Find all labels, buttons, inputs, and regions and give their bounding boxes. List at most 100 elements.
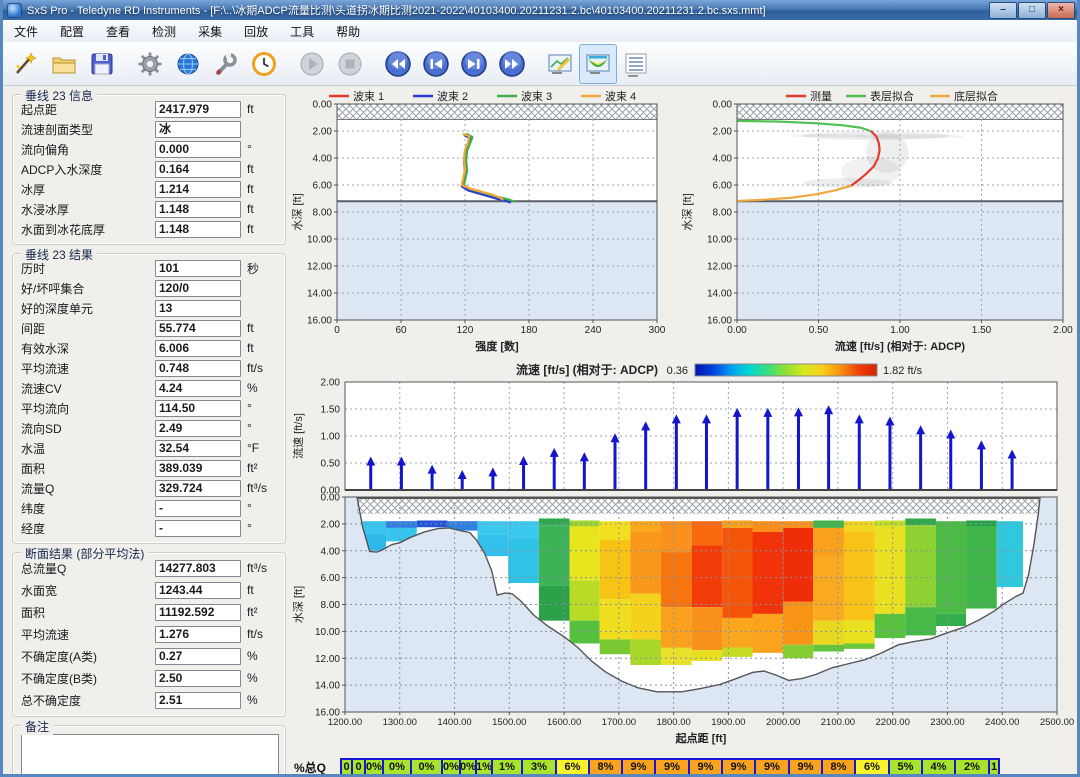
globe-icon[interactable] [169,44,207,84]
group-title: 断面结果 (部分平均法) [21,545,148,562]
title-bar[interactable]: SxS Pro - Teledyne RD Instruments - [F:\… [3,0,1077,20]
field-row: 面积11192.592ft² [21,601,279,623]
q-percent-cell: 5% [888,758,923,776]
field-value[interactable]: 101 [155,260,241,277]
q-percent-cell: 9% [621,758,656,776]
maximize-button[interactable]: □ [1018,2,1046,19]
field-label: 总流量Q [21,560,155,577]
q-percent-cell: 9% [754,758,790,776]
field-value[interactable]: 13 [155,300,241,317]
field-value[interactable]: 1.148 [155,201,241,218]
clock-icon[interactable] [245,44,283,84]
field-value[interactable]: 114.50 [155,400,241,417]
close-button[interactable]: × [1047,2,1075,19]
svg-text:4.00: 4.00 [321,546,341,557]
svg-text:0.00: 0.00 [713,100,733,111]
field-label: 冰厚 [21,181,155,198]
field-value[interactable]: 0.748 [155,360,241,377]
field-value[interactable]: 0.27 [155,648,241,665]
field-value[interactable]: 1.276 [155,626,241,643]
field-value[interactable]: 55.774 [155,320,241,337]
field-row: 流速CV4.24% [21,378,279,398]
svg-text:2100.00: 2100.00 [821,717,855,728]
field-unit: ° [241,142,279,156]
svg-text:1800.00: 1800.00 [656,717,690,728]
svg-text:起点距 [ft]: 起点距 [ft] [675,731,727,745]
rewind-icon[interactable] [379,44,417,84]
field-value[interactable]: - [155,500,241,517]
field-value[interactable]: 389.039 [155,460,241,477]
field-row: 平均流速1.276ft/s [21,623,279,645]
field-row: 水面到冰花底厚1.148ft [21,219,279,239]
field-label: 有效水深 [21,340,155,357]
settings-gear-icon[interactable] [131,44,169,84]
field-value[interactable]: 32.54 [155,440,241,457]
open-folder-icon[interactable] [45,44,83,84]
svg-text:水深 [ft]: 水深 [ft] [681,193,694,230]
svg-text:60: 60 [395,325,407,336]
field-unit: ft [241,583,279,597]
field-value[interactable]: 2.51 [155,692,241,709]
svg-text:0.50: 0.50 [321,459,341,470]
menu-item-0[interactable]: 文件 [3,21,49,42]
tools-wrench-icon[interactable] [207,44,245,84]
chart-edit-view-icon[interactable] [541,44,579,84]
fast-forward-icon[interactable] [493,44,531,84]
field-unit: ft [241,222,279,236]
svg-text:4.00: 4.00 [713,154,733,165]
field-label: 经度 [21,520,155,537]
menu-item-7[interactable]: 帮助 [325,21,371,42]
svg-text:8.00: 8.00 [713,208,733,219]
menu-item-5[interactable]: 回放 [233,21,279,42]
save-icon[interactable] [83,44,121,84]
field-value[interactable]: 2.49 [155,420,241,437]
notes-textarea[interactable] [21,734,279,774]
field-row: 流速剖面类型冰 [21,119,279,139]
step-forward-icon[interactable] [455,44,493,84]
field-value[interactable]: 14277.803 [155,560,241,577]
svg-text:14.00: 14.00 [307,289,332,300]
menu-item-2[interactable]: 查看 [95,21,141,42]
field-value[interactable]: 1.214 [155,181,241,198]
cross-section-contour-chart[interactable]: 0.002.004.006.008.0010.0012.0014.0016.00… [290,494,1077,755]
group-2: 断面结果 (部分平均法)总流量Q14277.803ft³/s水面宽1243.44… [12,552,286,717]
svg-text:底层拟合: 底层拟合 [954,89,998,103]
menu-item-6[interactable]: 工具 [279,21,325,42]
field-value[interactable]: 329.724 [155,480,241,497]
field-value[interactable]: 冰 [155,121,241,138]
menu-item-3[interactable]: 检测 [141,21,187,42]
velocity-vector-chart[interactable]: 流速 [ft/s] (相对于: ADCP)0.361.82 ft/s0.000.… [290,358,1077,499]
field-value[interactable]: 0.000 [155,141,241,158]
charts-area: 0.002.004.006.008.0010.0012.0014.0016.00… [290,86,1077,774]
report-view-icon[interactable] [617,44,655,84]
field-value[interactable]: 11192.592 [155,604,241,621]
minimize-button[interactable]: – [989,2,1017,19]
field-row: 纬度-° [21,498,279,518]
svg-text:2.00: 2.00 [321,519,341,530]
field-value[interactable]: 2417.979 [155,101,241,118]
field-unit: % [241,381,279,395]
svg-text:10.00: 10.00 [315,627,340,638]
field-value[interactable]: 1243.44 [155,582,241,599]
menu-item-1[interactable]: 配置 [49,21,95,42]
svg-text:2500.00: 2500.00 [1040,717,1074,728]
field-value[interactable]: 6.006 [155,340,241,357]
field-value[interactable]: - [155,520,241,537]
contour-view-icon[interactable] [579,44,617,84]
field-row: 流向偏角0.000° [21,139,279,159]
field-row: 面积389.039ft² [21,458,279,478]
svg-text:2300.00: 2300.00 [930,717,964,728]
q-percent-cell: 9% [688,758,723,776]
field-value[interactable]: 4.24 [155,380,241,397]
svg-text:180: 180 [521,325,538,336]
svg-text:120: 120 [457,325,474,336]
field-value[interactable]: 1.148 [155,221,241,238]
svg-text:1600.00: 1600.00 [547,717,581,728]
wizard-icon[interactable] [7,44,45,84]
step-back-icon[interactable] [417,44,455,84]
menu-item-4[interactable]: 采集 [187,21,233,42]
svg-text:0.36: 0.36 [667,365,688,377]
field-value[interactable]: 120/0 [155,280,241,297]
field-value[interactable]: 0.164 [155,161,241,178]
field-value[interactable]: 2.50 [155,670,241,687]
